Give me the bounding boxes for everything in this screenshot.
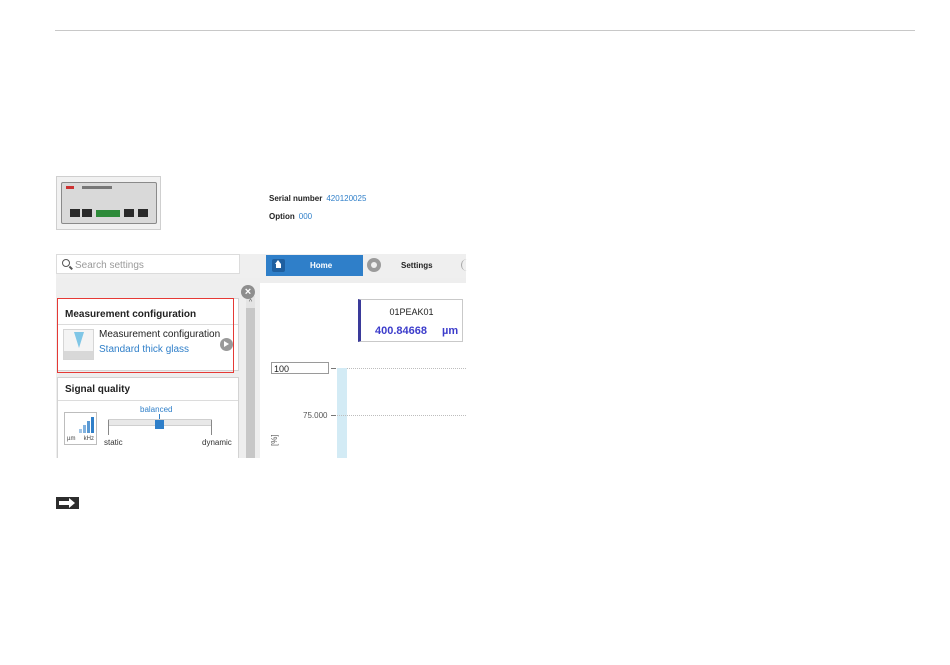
card-divider <box>58 400 238 401</box>
search-placeholder: Search settings <box>75 260 144 271</box>
option-row: Option 000 <box>269 212 312 221</box>
signal-bar <box>87 421 90 433</box>
slider-left-tick <box>108 420 109 435</box>
card-title: Signal quality <box>65 384 131 395</box>
y-axis-unit: [%] <box>270 434 279 446</box>
tab-home-label: Home <box>310 261 333 270</box>
device-photo <box>56 176 161 230</box>
tab-home[interactable]: Home <box>266 255 363 276</box>
gridline <box>331 368 466 369</box>
signal-band <box>337 368 347 458</box>
serial-number-row: Serial number 420120025 <box>269 194 366 203</box>
serial-number-value: 420120025 <box>326 194 367 203</box>
signal-bar <box>91 417 94 433</box>
home-icon <box>272 259 285 272</box>
value-display-box: 01PEAK01 400.84668 µm <box>358 299 463 342</box>
slider-right-label: dynamic <box>202 438 232 447</box>
device-terminal-block <box>96 210 120 217</box>
search-input[interactable]: Search settings <box>56 254 240 274</box>
serial-number-label: Serial number <box>269 194 323 203</box>
option-value: 000 <box>298 212 313 221</box>
signal-quality-icon: µm kHz <box>64 412 97 445</box>
signal-bar <box>83 425 86 433</box>
device-port <box>138 209 148 217</box>
axis-tick <box>331 415 336 416</box>
gridline <box>331 415 466 416</box>
gear-icon[interactable] <box>367 258 381 272</box>
signal-bar <box>79 429 82 433</box>
highlight-frame <box>57 298 234 373</box>
device-port <box>82 209 92 217</box>
slider-right-tick <box>211 420 212 435</box>
signal-unit: µm <box>442 325 459 337</box>
signal-icon-unit-right: kHz <box>83 436 94 442</box>
signal-name: 01PEAK01 <box>389 307 434 317</box>
signal-quality-card: Signal quality µm kHz balanced static dy… <box>57 377 239 458</box>
scroll-up-icon[interactable]: ^ <box>246 298 255 307</box>
search-icon <box>62 259 70 267</box>
slider-left-label: static <box>104 438 123 447</box>
close-icon[interactable]: × <box>241 285 255 299</box>
device-port <box>124 209 134 217</box>
signal-value: 400.84668 <box>375 325 427 337</box>
top-divider <box>55 30 915 31</box>
arrow-right-icon <box>56 497 79 509</box>
y-tick-label: 75.000 <box>303 411 328 420</box>
partial-tab-icon[interactable] <box>461 259 467 271</box>
slider-handle[interactable] <box>155 420 164 429</box>
sidebar-scrollbar-thumb[interactable] <box>246 308 255 458</box>
device-housing <box>61 182 157 224</box>
tab-settings[interactable]: Settings <box>401 261 433 270</box>
device-label-strip <box>82 186 112 189</box>
axis-tick <box>331 368 336 369</box>
option-label: Option <box>269 212 295 221</box>
signal-icon-unit-left: µm <box>67 436 76 442</box>
device-logo <box>66 186 74 189</box>
device-port <box>70 209 80 217</box>
y-axis-max-input[interactable]: 100 <box>271 362 329 374</box>
signal-quality-level: balanced <box>140 405 173 414</box>
